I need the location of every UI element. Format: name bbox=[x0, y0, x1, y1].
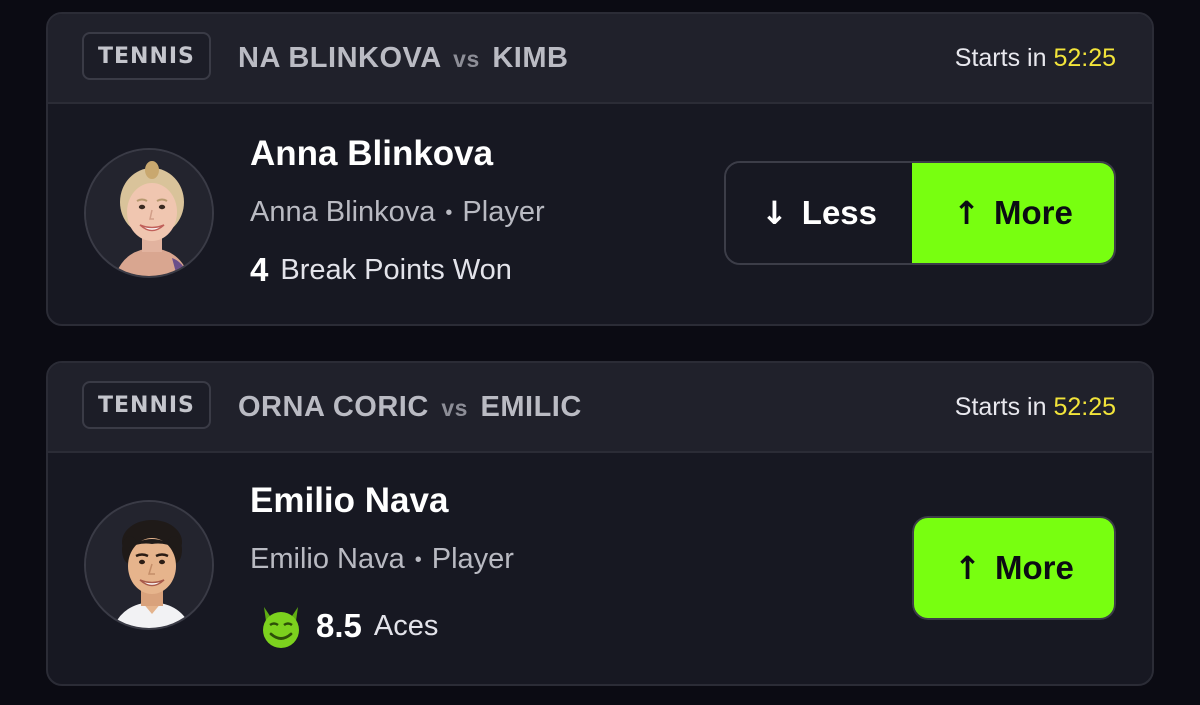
matchup-player-b: KIMB bbox=[492, 42, 569, 74]
start-time: Starts in 52:25 bbox=[955, 38, 1116, 78]
player-team: Emilio Nava bbox=[250, 543, 405, 575]
starts-label: Starts in bbox=[954, 44, 1047, 72]
sport-badge: TENNIS bbox=[82, 32, 211, 80]
separator-dot: • bbox=[414, 548, 422, 571]
more-label: More bbox=[993, 194, 1073, 231]
player-name: Anna Blinkova bbox=[250, 134, 494, 173]
more-button[interactable]: ↑ More bbox=[912, 163, 1114, 263]
start-time: Starts in 52:25 bbox=[955, 387, 1116, 427]
countdown-timer: 52:25 bbox=[1053, 393, 1116, 421]
card-header: TENNIS NA BLINKOVA vs KIMB Starts in 52:… bbox=[48, 14, 1152, 104]
pick-toggle-group: ↓ Less ↑ More bbox=[724, 161, 1116, 265]
player-role: Player bbox=[462, 196, 545, 228]
stat-value: 8.5 bbox=[316, 607, 362, 644]
projection-card[interactable]: TENNIS ORNA CORIC vs EMILIC Starts in 52… bbox=[46, 361, 1154, 686]
stat-value: 4 bbox=[250, 251, 269, 288]
matchup-title: NA BLINKOVA vs KIMB bbox=[238, 38, 602, 78]
matchup-vs: vs bbox=[453, 46, 480, 72]
stat-line: 8.5 Aces bbox=[254, 601, 438, 651]
matchup-player-a: ORNA CORIC bbox=[238, 391, 429, 423]
stat-label: Aces bbox=[373, 609, 439, 642]
matchup-title: ORNA CORIC vs EMILIC bbox=[238, 387, 602, 427]
starts-label: Starts in bbox=[954, 393, 1047, 421]
player-subtitle: Anna Blinkova • Player bbox=[250, 196, 545, 229]
player-avatar-image bbox=[86, 150, 212, 276]
less-label: Less bbox=[801, 194, 878, 231]
projection-card[interactable]: TENNIS NA BLINKOVA vs KIMB Starts in 52:… bbox=[46, 12, 1154, 326]
more-label: More bbox=[994, 549, 1074, 586]
player-role: Player bbox=[431, 543, 514, 575]
player-avatar bbox=[84, 148, 214, 278]
card-header: TENNIS ORNA CORIC vs EMILIC Starts in 52… bbox=[48, 363, 1152, 453]
more-button[interactable]: ↑ More bbox=[912, 516, 1116, 620]
player-avatar-image bbox=[86, 502, 212, 628]
matchup-player-b: EMILIC bbox=[480, 391, 582, 423]
player-avatar bbox=[84, 500, 214, 630]
pick-toggle-group: ↑ More bbox=[912, 516, 1116, 620]
player-subtitle: Emilio Nava • Player bbox=[250, 543, 514, 576]
player-name: Emilio Nava bbox=[250, 481, 449, 520]
arrow-up-icon: ↑ bbox=[953, 194, 980, 232]
matchup-vs: vs bbox=[441, 395, 468, 421]
separator-dot: • bbox=[445, 201, 453, 224]
stat-label: Break Points Won bbox=[280, 253, 512, 286]
sport-badge: TENNIS bbox=[82, 381, 211, 429]
player-team: Anna Blinkova bbox=[250, 196, 436, 228]
arrow-up-icon: ↑ bbox=[954, 549, 981, 587]
arrow-down-icon: ↓ bbox=[760, 194, 788, 232]
stat-line: 4 Break Points Won bbox=[250, 248, 512, 292]
less-button[interactable]: ↓ Less bbox=[726, 163, 912, 263]
countdown-timer: 52:25 bbox=[1053, 44, 1116, 72]
demon-face-icon bbox=[263, 607, 299, 648]
matchup-player-a: NA BLINKOVA bbox=[238, 42, 441, 74]
